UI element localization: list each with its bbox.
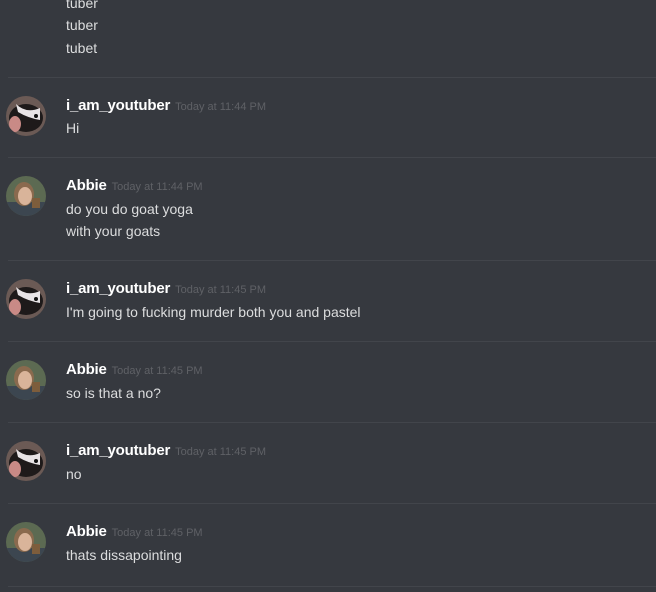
message-divider — [8, 77, 656, 78]
timestamp: Today at 11:44 PM — [111, 181, 203, 193]
username[interactable]: i_am_youtuber — [66, 280, 170, 297]
message-divider — [8, 341, 656, 342]
username[interactable]: Abbie — [66, 361, 107, 378]
person-avatar[interactable] — [6, 522, 46, 562]
message-divider — [8, 422, 656, 423]
message-text: thats dissapointing — [66, 547, 182, 563]
username[interactable]: i_am_youtuber — [66, 442, 170, 459]
username[interactable]: i_am_youtuber — [66, 97, 170, 114]
message-divider — [8, 157, 656, 158]
skunk-avatar[interactable] — [6, 279, 46, 319]
message-divider — [8, 503, 656, 504]
message-text: I'm going to fucking murder both you and… — [66, 304, 361, 320]
timestamp: Today at 11:44 PM — [175, 101, 267, 113]
message-line: tubet — [66, 40, 98, 56]
username[interactable]: Abbie — [66, 523, 107, 540]
skunk-avatar[interactable] — [6, 441, 46, 481]
timestamp: Today at 11:45 PM — [111, 527, 203, 539]
timestamp: Today at 11:45 PM — [175, 284, 267, 296]
message-text: Hi — [66, 120, 80, 136]
message-line: tuber — [66, 0, 98, 11]
message-text: no — [66, 466, 82, 482]
skunk-avatar[interactable] — [6, 96, 46, 136]
message-text: so is that a no? — [66, 385, 161, 401]
username[interactable]: Abbie — [66, 177, 107, 194]
timestamp: Today at 11:45 PM — [175, 446, 267, 458]
person-avatar[interactable] — [6, 360, 46, 400]
timestamp: Today at 11:45 PM — [111, 365, 203, 377]
message-text: do you do goat yoga — [66, 201, 193, 217]
message-divider — [8, 586, 656, 587]
message-text: with your goats — [66, 223, 161, 239]
message-divider — [8, 260, 656, 261]
person-avatar[interactable] — [6, 176, 46, 216]
message-line: tuber — [66, 17, 98, 33]
chat-message-list: tuber tuber tubet i_am_youtuber Today at … — [0, 0, 656, 592]
